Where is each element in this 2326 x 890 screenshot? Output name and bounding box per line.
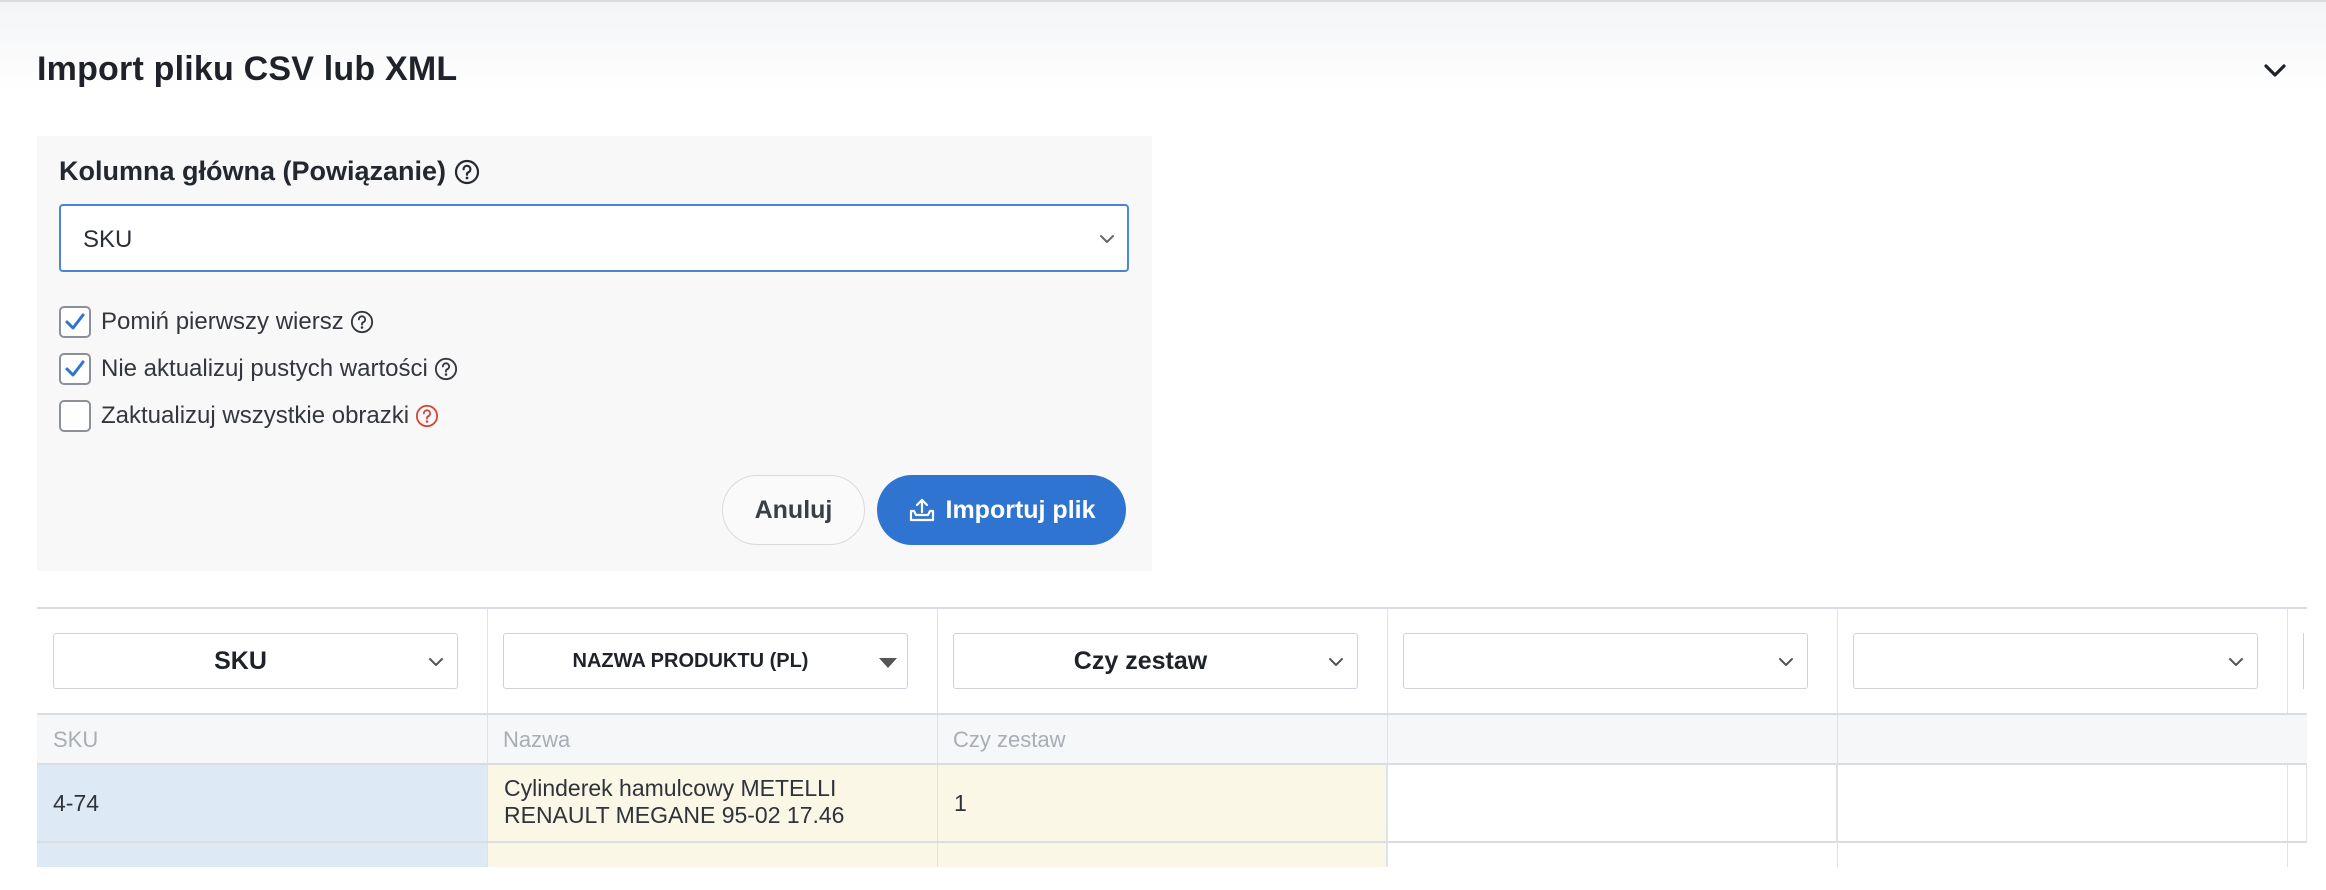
column-mapping-select-set[interactable]: Czy zestaw <box>953 633 1358 689</box>
table-cell-sku: 4-74 <box>37 765 487 841</box>
chevron-down-icon <box>1100 235 1114 243</box>
column-mapping-select-label <box>1404 634 1777 688</box>
table-cell-empty <box>1387 765 1837 841</box>
upload-tray-icon <box>909 498 934 522</box>
column-mapping-select-label: NAZWA PRODUKTU (PL) <box>572 649 809 672</box>
question-circle-icon[interactable] <box>454 159 480 185</box>
chevron-down-icon <box>429 658 443 666</box>
skip-first-row-checkbox-row[interactable]: Pomiń pierwszy wiersz <box>59 304 374 340</box>
column-mapping-select-empty[interactable] <box>1403 633 1808 689</box>
checkmark-icon <box>65 313 85 330</box>
panel-header: Import pliku CSV lub XML <box>0 0 2326 142</box>
main-column-label: Kolumna główna (Powiązanie) <box>59 156 447 186</box>
table-cell-set: 1 <box>937 765 1387 841</box>
source-header-cell: Nazwa <box>503 727 571 752</box>
update-all-images-checkbox[interactable] <box>59 400 91 432</box>
question-circle-icon[interactable] <box>415 404 439 428</box>
table-cell-name: Cylinderek hamulcowy METELLI RENAULT MEG… <box>487 765 937 841</box>
main-column-label-row: Kolumna główna (Powiązanie) <box>59 156 480 187</box>
cell-value: 4-74 <box>53 790 100 816</box>
cancel-button[interactable]: Anuluj <box>722 475 865 545</box>
column-mapping-select-empty[interactable] <box>1853 633 2258 689</box>
table-row: 4-74 Cylinderek hamulcowy METELLI RENAUL… <box>37 765 2307 843</box>
chevron-down-icon <box>1329 658 1343 666</box>
column-mapping-select-sku[interactable]: SKU <box>53 633 458 689</box>
table-row <box>37 843 2307 867</box>
skip-first-row-checkbox[interactable] <box>59 306 91 338</box>
skip-empty-values-label: Nie aktualizuj pustych wartości <box>101 355 428 382</box>
chevron-down-icon <box>1779 658 1793 666</box>
cell-value-line2: RENAULT MEGANE 95-02 17.46 <box>504 802 845 828</box>
import-file-label: Importuj plik <box>945 495 1096 524</box>
cell-value: 1 <box>954 790 967 816</box>
import-file-button[interactable]: Importuj plik <box>877 475 1126 545</box>
table-cell-empty <box>1837 765 2307 841</box>
chevron-down-icon[interactable] <box>2258 58 2292 84</box>
panel-title: Import pliku CSV lub XML <box>37 50 458 88</box>
checkmark-icon <box>65 360 85 377</box>
skip-first-row-label: Pomiń pierwszy wiersz <box>101 308 344 335</box>
column-mapping-select-name[interactable]: NAZWA PRODUKTU (PL) <box>503 633 908 689</box>
update-all-images-checkbox-row[interactable]: Zaktualizuj wszystkie obrazki <box>59 398 439 434</box>
main-column-select[interactable]: SKU <box>59 204 1129 272</box>
source-header-cell: SKU <box>53 727 99 752</box>
cell-value-line1: Cylinderek hamulcowy METELLI <box>504 775 837 801</box>
update-all-images-label: Zaktualizuj wszystkie obrazki <box>101 402 410 429</box>
question-circle-icon[interactable] <box>350 310 374 334</box>
skip-empty-values-checkbox[interactable] <box>59 353 91 385</box>
column-mapping-select-label: SKU <box>214 646 267 675</box>
source-header-cell: Czy zestaw <box>953 727 1066 752</box>
column-mapping-select-label: Czy zestaw <box>1073 646 1208 675</box>
import-settings-panel: Kolumna główna (Powiązanie) SKU Pomiń pi… <box>37 136 1152 571</box>
skip-empty-values-checkbox-row[interactable]: Nie aktualizuj pustych wartości <box>59 351 458 387</box>
main-column-select-value: SKU <box>83 226 133 253</box>
chevron-down-icon <box>2229 658 2243 666</box>
mapping-grid: SKU NAZWA PRODUKTU (PL) Czy zestaw SKU N… <box>37 607 2307 890</box>
next-column-edge <box>2303 633 2308 689</box>
question-circle-icon[interactable] <box>434 357 458 381</box>
column-mapping-select-label <box>1854 634 2227 688</box>
source-header-row: SKU Nazwa Czy zestaw <box>37 713 2307 765</box>
caret-down-icon <box>879 658 897 668</box>
